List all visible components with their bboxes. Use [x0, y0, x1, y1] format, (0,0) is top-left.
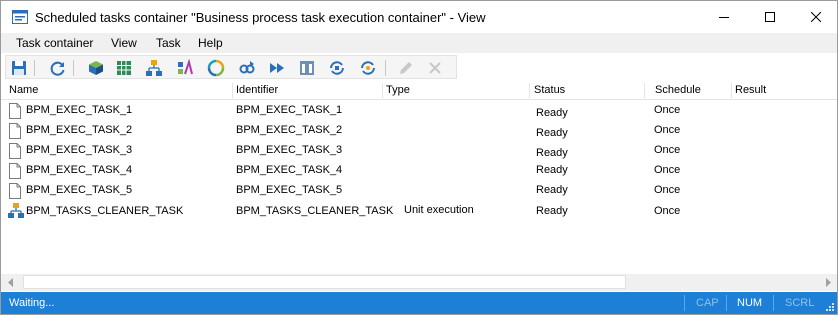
close-button[interactable] — [793, 1, 838, 33]
task-name: BPM_EXEC_TASK_5 — [26, 184, 133, 196]
table-row[interactable]: BPM_EXEC_TASK_4 BPM_EXEC_TASK_4 Ready On… — [1, 163, 837, 183]
column-divider[interactable] — [382, 83, 383, 98]
scroll-lock-indicator: SCRL — [785, 297, 815, 309]
task-status: Ready — [536, 147, 568, 159]
column-header-name[interactable]: Name — [9, 84, 38, 98]
sync-icon[interactable] — [328, 59, 346, 77]
columns-icon[interactable] — [298, 59, 316, 77]
menu-task-container[interactable]: Task container — [16, 36, 93, 50]
task-name: BPM_EXEC_TASK_2 — [26, 124, 133, 136]
column-divider[interactable] — [731, 83, 732, 98]
column-header-type[interactable]: Type — [386, 84, 410, 98]
menu-view[interactable]: View — [111, 36, 137, 50]
num-lock-indicator: NUM — [737, 297, 763, 309]
task-schedule: Once — [654, 184, 681, 196]
task-identifier: BPM_EXEC_TASK_2 — [236, 124, 343, 136]
resize-grip-icon[interactable] — [825, 302, 835, 312]
status-separator — [726, 295, 727, 311]
status-bar: Waiting... CAP NUM SCRL — [1, 292, 837, 314]
menu-task[interactable]: Task — [156, 36, 181, 50]
toolbar-empty-area — [457, 55, 837, 79]
menu-help[interactable]: Help — [198, 36, 223, 50]
hierarchy-icon[interactable] — [145, 59, 163, 77]
caps-lock-indicator: CAP — [696, 297, 719, 309]
status-separator — [773, 295, 774, 311]
task-identifier: BPM_TASKS_CLEANER_TASK — [236, 205, 394, 217]
column-divider[interactable] — [644, 83, 645, 98]
document-icon — [9, 183, 21, 199]
column-header-result[interactable]: Result — [735, 84, 766, 98]
table-row[interactable]: BPM_EXEC_TASK_5 BPM_EXEC_TASK_5 Ready On… — [1, 183, 837, 203]
chain-icon[interactable] — [238, 59, 256, 77]
grid-icon[interactable] — [115, 59, 133, 77]
table-row[interactable]: BPM_EXEC_TASK_1 BPM_EXEC_TASK_1 Ready On… — [1, 103, 837, 123]
task-list-header: Name Identifier Type Status Schedule Res… — [1, 81, 837, 100]
horizontal-scrollbar[interactable] — [1, 274, 837, 291]
maximize-button[interactable] — [747, 1, 793, 33]
task-schedule: Once — [654, 164, 681, 176]
minimize-button[interactable] — [701, 1, 747, 33]
scroll-right-icon[interactable] — [823, 278, 833, 287]
window-app-icon — [12, 10, 28, 24]
column-divider[interactable] — [529, 83, 530, 98]
task-schedule: Once — [654, 104, 681, 116]
close-icon — [811, 12, 821, 22]
task-status: Ready — [536, 184, 568, 196]
column-header-status[interactable]: Status — [534, 84, 565, 98]
table-row[interactable]: BPM_EXEC_TASK_2 BPM_EXEC_TASK_2 Ready On… — [1, 123, 837, 143]
menu-bar: Task container View Task Help — [1, 33, 837, 53]
task-status: Ready — [536, 205, 568, 217]
task-identifier: BPM_EXEC_TASK_4 — [236, 164, 343, 176]
task-schedule: Once — [654, 124, 681, 136]
cycle-icon[interactable] — [207, 59, 225, 77]
task-identifier: BPM_EXEC_TASK_1 — [236, 104, 343, 116]
task-name: BPM_TASKS_CLEANER_TASK — [26, 205, 184, 217]
fast-forward-icon[interactable] — [268, 59, 286, 77]
column-divider[interactable] — [232, 83, 233, 98]
minimize-icon — [719, 17, 729, 18]
cube-icon[interactable] — [87, 59, 105, 77]
toolbar-separator — [73, 60, 74, 76]
task-container-window: Scheduled tasks container "Business proc… — [0, 0, 838, 315]
task-identifier: BPM_EXEC_TASK_3 — [236, 144, 343, 156]
toolbar-separator — [34, 60, 35, 76]
document-icon — [9, 143, 21, 159]
column-header-identifier[interactable]: Identifier — [236, 84, 278, 98]
document-icon — [9, 103, 21, 119]
delete-icon[interactable] — [426, 59, 444, 77]
edit-icon[interactable] — [397, 59, 415, 77]
palette-icon[interactable] — [176, 59, 194, 77]
sync-settings-icon[interactable] — [359, 59, 377, 77]
column-header-schedule[interactable]: Schedule — [655, 84, 701, 98]
maximize-icon — [765, 12, 775, 22]
refresh-icon[interactable] — [49, 59, 67, 77]
hierarchy-icon — [8, 203, 24, 218]
status-text: Waiting... — [9, 297, 55, 309]
task-name: BPM_EXEC_TASK_4 — [26, 164, 133, 176]
task-schedule: Once — [654, 144, 681, 156]
task-name: BPM_EXEC_TASK_3 — [26, 144, 133, 156]
status-separator — [684, 295, 685, 311]
task-schedule: Once — [654, 205, 681, 217]
document-icon — [9, 163, 21, 179]
task-status: Ready — [536, 127, 568, 139]
task-name: BPM_EXEC_TASK_1 — [26, 104, 133, 116]
document-icon — [9, 123, 21, 139]
table-row[interactable]: BPM_EXEC_TASK_3 BPM_EXEC_TASK_3 Ready On… — [1, 143, 837, 163]
title-bar[interactable]: Scheduled tasks container "Business proc… — [1, 1, 837, 33]
scroll-left-icon[interactable] — [6, 278, 16, 287]
task-status: Ready — [536, 164, 568, 176]
save-icon[interactable] — [10, 59, 28, 77]
task-identifier: BPM_EXEC_TASK_5 — [236, 184, 343, 196]
toolbar — [5, 55, 457, 79]
toolbar-separator — [385, 60, 386, 76]
task-status: Ready — [536, 107, 568, 119]
window-title: Scheduled tasks container "Business proc… — [35, 10, 486, 25]
scrollbar-thumb[interactable] — [23, 275, 626, 289]
task-type: Unit execution — [404, 204, 474, 216]
table-row[interactable]: BPM_TASKS_CLEANER_TASK BPM_TASKS_CLEANER… — [1, 203, 837, 223]
